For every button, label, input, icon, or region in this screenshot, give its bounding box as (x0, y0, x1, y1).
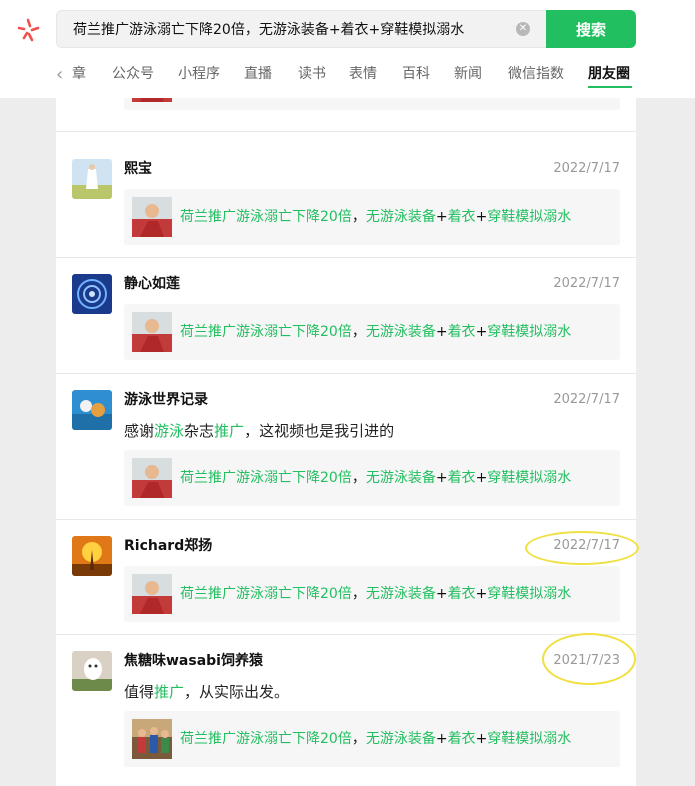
tab-stickers[interactable]: 表情 (349, 64, 377, 84)
user-name[interactable]: 焦糖味wasabi饲养猿 (124, 651, 263, 671)
tab-official-accounts[interactable]: 公众号 (112, 64, 154, 84)
post-text: 值得推广，从实际出发。 (124, 683, 290, 701)
tab-news[interactable]: 新闻 (454, 64, 482, 84)
tab-mini-programs[interactable]: 小程序 (178, 64, 220, 84)
post-date: 2022/7/17 (553, 392, 620, 407)
avatar[interactable] (72, 159, 112, 199)
avatar[interactable] (72, 274, 112, 314)
tab-moments[interactable]: 朋友圈 (588, 64, 630, 84)
user-name[interactable]: 熙宝 (124, 159, 152, 179)
link-card-title: 荷兰推广游泳溺亡下降20倍，无游泳装备+着衣+穿鞋模拟溺水 (180, 731, 572, 747)
tab-encyclopedia[interactable]: 百科 (402, 64, 430, 84)
tab-wechat-index[interactable]: 微信指数 (508, 64, 564, 84)
video-thumbnail (132, 719, 172, 759)
user-name[interactable]: Richard郑扬 (124, 536, 212, 556)
avatar[interactable] (72, 651, 112, 691)
wechat-search-logo-icon[interactable] (14, 16, 42, 44)
post-date: 2022/7/17 (553, 276, 620, 291)
video-thumbnail (132, 458, 172, 498)
post-date: 2022/7/17 (553, 161, 620, 176)
search-box: ✕ (56, 10, 546, 48)
link-card[interactable]: 荷兰推广游泳溺亡下降20倍，无游泳装备+着衣+穿鞋模拟溺水 (124, 189, 620, 245)
post-date: 2021/7/23 (553, 653, 620, 668)
post-date: 2022/7/17 (553, 538, 620, 553)
moment-post: 游泳世界记录 2022/7/17 感谢游泳杂志推广，这视频也是我引进的 荷兰推广… (56, 374, 636, 520)
link-card[interactable]: 荷兰推广游泳溺亡下降20倍，无游泳装备+着衣+穿鞋模拟溺水 (124, 304, 620, 360)
user-name[interactable]: 游泳世界记录 (124, 390, 208, 410)
link-card-title: 荷兰推广游泳溺亡下降20倍，无游泳装备+着衣+穿鞋模拟溺水 (180, 470, 572, 486)
avatar[interactable] (72, 390, 112, 430)
video-thumbnail (132, 312, 172, 352)
link-card[interactable]: 荷兰推广游泳溺亡下降20倍，无游泳装备+着衣+穿鞋模拟溺水 (124, 566, 620, 622)
moment-post: 熙宝 2022/7/17 荷兰推广游泳溺亡下降20倍，无游泳装备+着衣+穿鞋模拟… (56, 143, 636, 258)
link-card-title: 荷兰推广游泳溺亡下降20倍，无游泳装备+着衣+穿鞋模拟溺水 (180, 324, 572, 340)
link-card[interactable]: 荷兰推广游泳溺亡下降20倍，无游泳装备+着衣+穿鞋模拟溺水 (124, 98, 620, 110)
user-name[interactable]: 静心如莲 (124, 274, 180, 294)
search-input[interactable] (57, 11, 507, 47)
video-thumbnail (132, 98, 172, 102)
link-card[interactable]: 荷兰推广游泳溺亡下降20倍，无游泳装备+着衣+穿鞋模拟溺水 (124, 711, 620, 767)
link-card[interactable]: 荷兰推广游泳溺亡下降20倍，无游泳装备+着衣+穿鞋模拟溺水 (124, 450, 620, 506)
link-card-title: 荷兰推广游泳溺亡下降20倍，无游泳装备+着衣+穿鞋模拟溺水 (180, 586, 572, 602)
post-partial: 荷兰推广游泳溺亡下降20倍，无游泳装备+着衣+穿鞋模拟溺水 (56, 98, 636, 132)
video-thumbnail (132, 197, 172, 237)
moment-post: 静心如莲 2022/7/17 荷兰推广游泳溺亡下降20倍，无游泳装备+着衣+穿鞋… (56, 258, 636, 374)
moment-post: Richard郑扬 2022/7/17 荷兰推广游泳溺亡下降20倍，无游泳装备+… (56, 520, 636, 635)
video-thumbnail (132, 574, 172, 614)
tab-live[interactable]: 直播 (244, 64, 272, 84)
tab-bar: ‹ 章 公众号 小程序 直播 读书 表情 百科 新闻 微信指数 朋友圈 (56, 60, 636, 90)
search-button[interactable]: 搜索 (546, 10, 636, 48)
avatar[interactable] (72, 536, 112, 576)
tab-reading[interactable]: 读书 (298, 64, 326, 84)
active-tab-indicator (588, 86, 632, 88)
link-card-title: 荷兰推广游泳溺亡下降20倍，无游泳装备+着衣+穿鞋模拟溺水 (180, 209, 572, 225)
clear-icon[interactable]: ✕ (516, 22, 530, 36)
moment-post: 焦糖味wasabi饲养猿 2021/7/23 值得推广，从实际出发。 荷兰推广游… (56, 635, 636, 786)
top-bar: ✕ 搜索 ‹ 章 公众号 小程序 直播 读书 表情 百科 新闻 微信指数 朋友圈 (0, 0, 695, 98)
post-text: 感谢游泳杂志推广，这视频也是我引进的 (124, 422, 395, 440)
moments-results: 荷兰推广游泳溺亡下降20倍，无游泳装备+着衣+穿鞋模拟溺水 熙宝 2022/7/… (56, 98, 636, 786)
chevron-left-icon[interactable]: ‹ (56, 64, 66, 86)
tab-article-partial[interactable]: 章 (72, 64, 86, 84)
